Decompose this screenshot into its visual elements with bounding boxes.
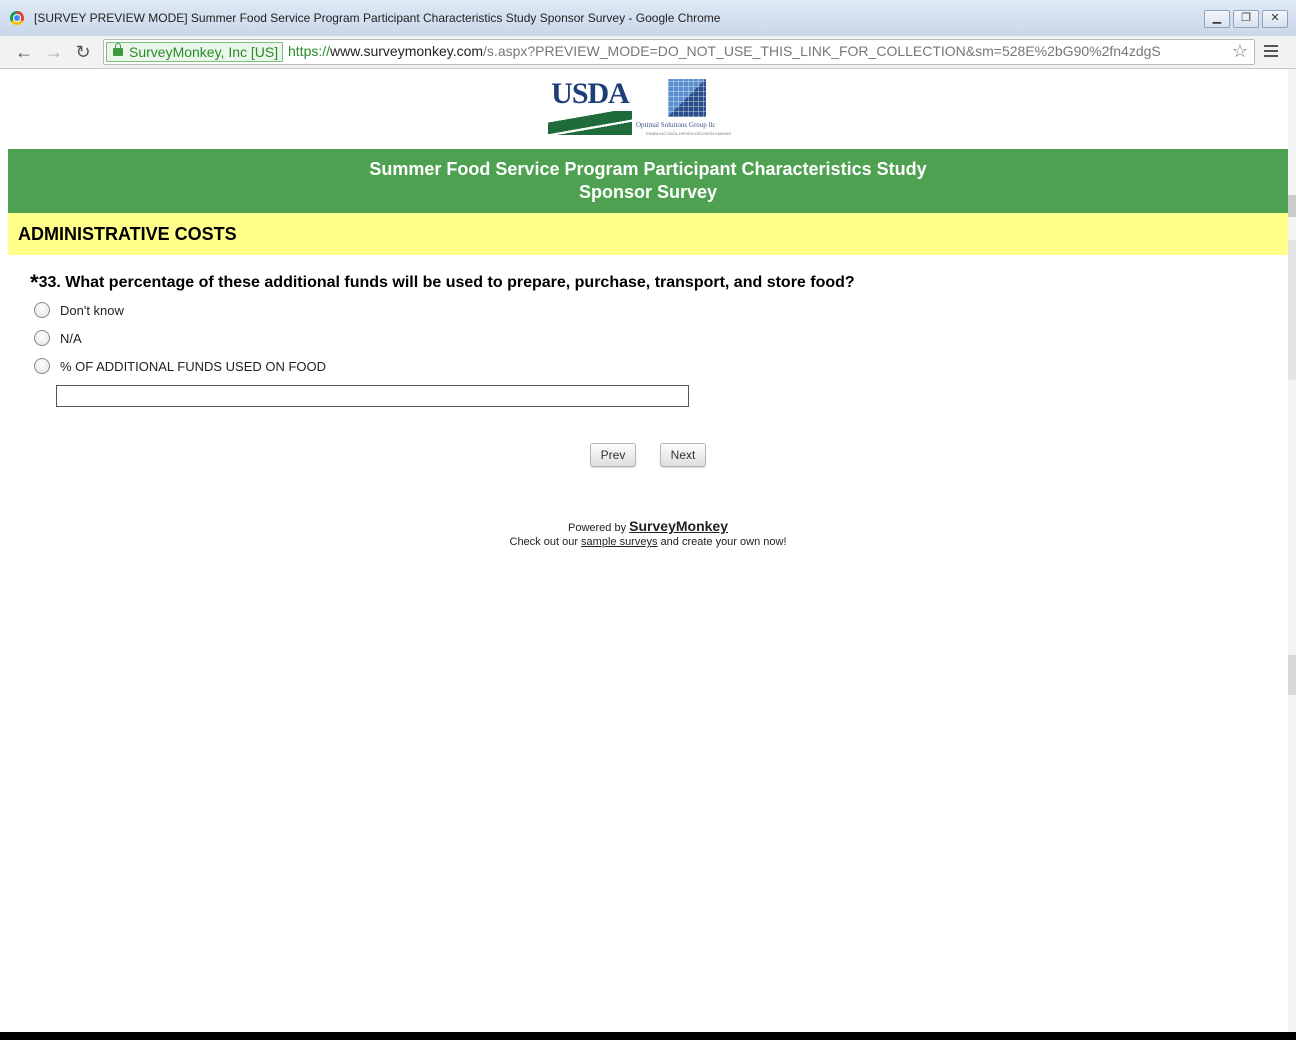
sample-surveys-link[interactable]: sample surveys bbox=[581, 536, 657, 548]
survey-page: USDA Optimal Solutions Group llc ENABLIN… bbox=[8, 69, 1288, 1032]
option-label: % OF ADDITIONAL FUNDS USED ON FOOD bbox=[60, 358, 327, 374]
prev-button[interactable]: Prev bbox=[590, 443, 636, 467]
required-asterisk: * bbox=[30, 270, 39, 295]
restore-button[interactable]: ❐ bbox=[1233, 10, 1259, 28]
option-label: Don't know bbox=[60, 302, 124, 318]
ev-certificate-badge[interactable]: SurveyMonkey, Inc [US] bbox=[106, 42, 284, 62]
footer-note: Check out our sample surveys and create … bbox=[509, 536, 787, 548]
survey-title-banner: Summer Food Service Program Participant … bbox=[8, 149, 1288, 213]
minimize-button[interactable]: ▁ bbox=[1204, 10, 1230, 28]
ev-label: SurveyMonkey, Inc [US] bbox=[129, 44, 279, 60]
powered-by: Powered by SurveyMonkey bbox=[568, 518, 728, 534]
browser-toolbar: ← → ↻ SurveyMonkey, Inc [US] https://www… bbox=[0, 36, 1296, 69]
percent-funds-input[interactable] bbox=[56, 385, 689, 407]
survey-subtitle: Sponsor Survey bbox=[578, 182, 718, 202]
option-label: N/A bbox=[60, 330, 82, 346]
forward-arrow-icon[interactable]: → bbox=[42, 40, 66, 64]
bookmark-star-icon[interactable]: ☆ bbox=[1232, 41, 1248, 62]
url-host: www.surveymonkey.com bbox=[330, 43, 484, 59]
surveymonkey-link[interactable]: SurveyMonkey bbox=[629, 518, 728, 534]
url-text[interactable]: https://www.surveymonkey.com/s.aspx?PREV… bbox=[288, 43, 1161, 59]
window-title: [SURVEY PREVIEW MODE] Summer Food Servic… bbox=[34, 11, 721, 25]
question-33: *33. What percentage of these additional… bbox=[30, 270, 855, 296]
close-button[interactable]: ✕ bbox=[1262, 10, 1288, 28]
question-text: 33. What percentage of these additional … bbox=[38, 274, 855, 291]
radio-dont-know[interactable] bbox=[34, 302, 50, 318]
option-percent-funds[interactable]: % OF ADDITIONAL FUNDS USED ON FOOD bbox=[34, 357, 326, 375]
url-path: /s.aspx?PREVIEW_MODE=DO_NOT_USE_THIS_LIN… bbox=[483, 43, 1161, 59]
section-header: ADMINISTRATIVE COSTS bbox=[8, 213, 1288, 255]
back-arrow-icon[interactable]: ← bbox=[12, 40, 36, 64]
section-title: ADMINISTRATIVE COSTS bbox=[18, 224, 237, 244]
browser-window: [SURVEY PREVIEW MODE] Summer Food Servic… bbox=[0, 0, 1296, 1032]
usda-logo: USDA bbox=[548, 77, 632, 135]
url-scheme: https:// bbox=[288, 43, 331, 59]
address-bar[interactable]: SurveyMonkey, Inc [US] https://www.surve… bbox=[103, 39, 1255, 65]
radio-na[interactable] bbox=[34, 330, 50, 346]
next-button[interactable]: Next bbox=[660, 443, 706, 467]
chrome-menu-icon[interactable] bbox=[1264, 42, 1278, 60]
title-bar: [SURVEY PREVIEW MODE] Summer Food Servic… bbox=[0, 0, 1296, 36]
chrome-icon bbox=[10, 11, 24, 25]
option-dont-know[interactable]: Don't know bbox=[34, 301, 124, 319]
reload-icon[interactable]: ↻ bbox=[71, 40, 95, 64]
survey-title: Summer Food Service Program Participant … bbox=[369, 159, 927, 179]
radio-percent-funds[interactable] bbox=[34, 358, 50, 374]
lock-icon bbox=[113, 43, 123, 56]
option-na[interactable]: N/A bbox=[34, 329, 82, 347]
optimal-solutions-logo: Optimal Solutions Group llc ENABLING DAT… bbox=[636, 79, 746, 136]
osg-grid-icon bbox=[668, 79, 706, 117]
